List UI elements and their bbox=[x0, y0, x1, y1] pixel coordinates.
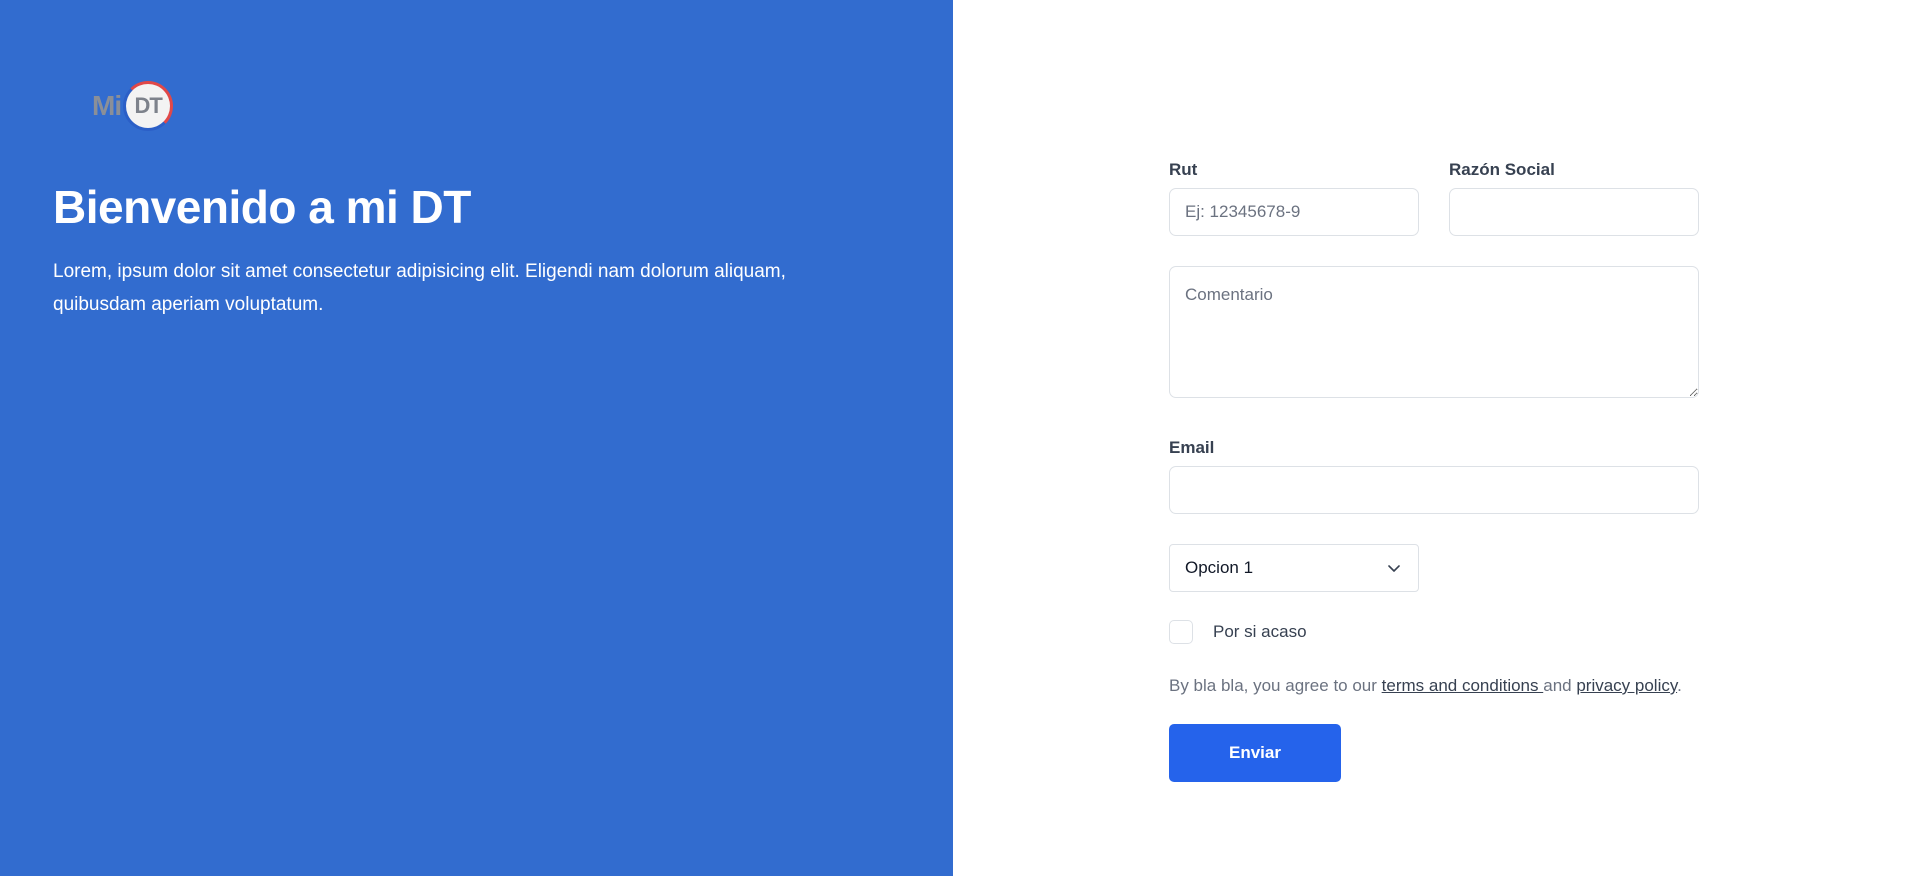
privacy-link[interactable]: privacy policy bbox=[1576, 676, 1677, 695]
por-si-acaso-checkbox[interactable] bbox=[1169, 620, 1193, 644]
terms-link[interactable]: terms and conditions bbox=[1382, 676, 1544, 695]
enviar-button[interactable]: Enviar bbox=[1169, 724, 1341, 782]
logo-mi-text: Mi bbox=[92, 90, 122, 121]
rut-group: Rut bbox=[1169, 160, 1419, 236]
rut-input[interactable] bbox=[1169, 188, 1419, 236]
checkbox-row: Por si acaso bbox=[1169, 620, 1699, 644]
email-input[interactable] bbox=[1169, 466, 1699, 514]
terms-middle: and bbox=[1543, 676, 1577, 695]
logo: Mi DT bbox=[92, 80, 174, 132]
terms-prefix: By bla bla, you agree to our bbox=[1169, 676, 1382, 695]
razon-social-label: Razón Social bbox=[1449, 160, 1555, 179]
welcome-panel: Mi DT Bienvenido a mi DT Lorem, ipsum do… bbox=[0, 0, 953, 876]
email-label: Email bbox=[1169, 438, 1215, 457]
razon-social-group: Razón Social bbox=[1449, 160, 1699, 236]
option-select[interactable]: Opcion 1 bbox=[1169, 544, 1419, 592]
terms-suffix: . bbox=[1677, 676, 1682, 695]
page-title: Bienvenido a mi DT bbox=[53, 181, 471, 233]
comentario-textarea[interactable] bbox=[1169, 266, 1699, 398]
checkbox-label: Por si acaso bbox=[1213, 622, 1307, 641]
contact-form: Rut Razón Social Email Opcion 1 bbox=[1169, 160, 1699, 782]
logo-circle: DT bbox=[123, 81, 174, 131]
logo-dt-text: DT bbox=[134, 93, 162, 118]
hero-description: Lorem, ipsum dolor sit amet consectetur … bbox=[53, 261, 786, 315]
email-group: Email bbox=[1169, 438, 1699, 514]
razon-social-input[interactable] bbox=[1449, 188, 1699, 236]
page: Mi DT Bienvenido a mi DT Lorem, ipsum do… bbox=[0, 0, 1911, 876]
form-panel: Rut Razón Social Email Opcion 1 bbox=[953, 0, 1911, 876]
rut-label: Rut bbox=[1169, 160, 1198, 179]
rut-razon-row: Rut Razón Social bbox=[1169, 160, 1699, 236]
terms-text: By bla bla, you agree to our terms and c… bbox=[1169, 676, 1699, 696]
chevron-down-icon bbox=[1388, 565, 1400, 572]
option-select-value: Opcion 1 bbox=[1185, 558, 1254, 577]
